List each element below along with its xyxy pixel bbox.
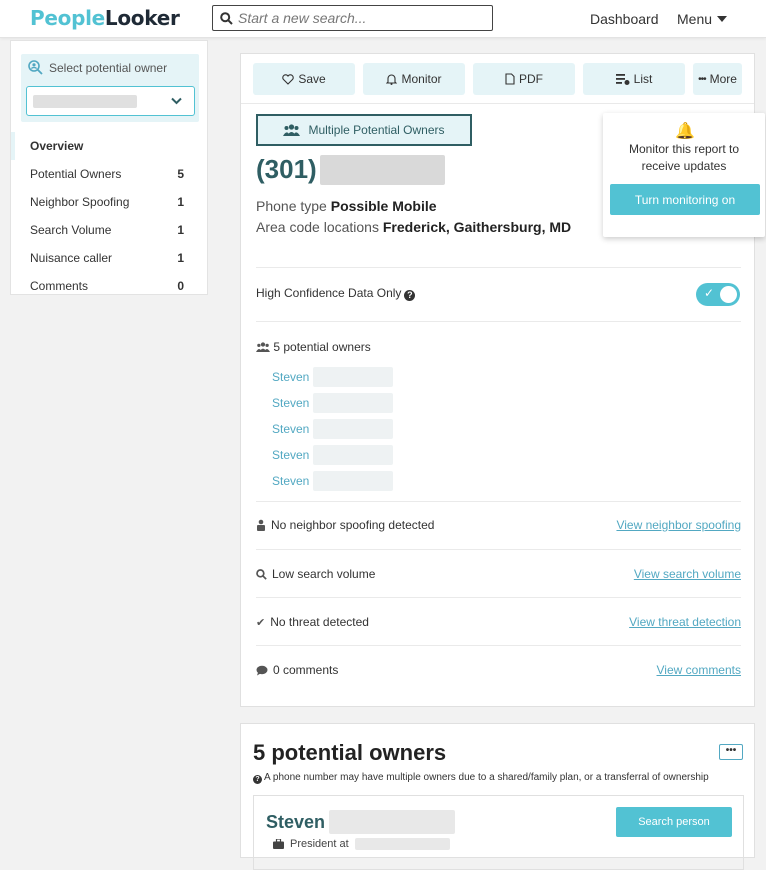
high-confidence-toggle[interactable]: ✓ [696,283,740,306]
owner-link[interactable]: Steven [272,468,394,494]
phone-type: Phone type Possible Mobile [256,198,437,214]
sidebar-item-nuisance-caller[interactable]: Nuisance caller 1 [11,244,207,272]
owner-link[interactable]: Steven [272,390,394,416]
sidebar-item-neighbor-spoofing[interactable]: Neighbor Spoofing 1 [11,188,207,216]
search-volume-row: Low search volume View search volume [256,567,741,581]
view-neighbor-spoofing-link[interactable]: View neighbor spoofing [616,518,741,532]
sidebar-item-search-volume[interactable]: Search Volume 1 [11,216,207,244]
sidebar-item-comments[interactable]: Comments 0 [11,272,207,300]
owner-link[interactable]: Steven [272,442,394,468]
monitor-popover: 🔔 Monitor this report to receive updates … [603,113,765,237]
logo[interactable]: PeopleLooker [30,6,180,30]
redacted-surname [329,810,456,834]
search-person-button[interactable]: Search person [616,807,732,837]
help-icon[interactable]: ? [404,290,416,301]
count-badge: 5 [177,167,184,181]
top-bar: PeopleLooker Dashboard Menu [0,0,766,38]
bell-icon: 🔔 [675,123,695,140]
count-badge: 1 [177,251,184,265]
search-input[interactable] [238,10,478,26]
search-icon [220,11,233,25]
owner-link[interactable]: Steven [272,364,394,390]
ellipsis-menu-button[interactable]: ••• [719,744,743,760]
redacted-surname [313,393,394,413]
select-owner-label: Select potential owner [49,61,168,75]
more-button[interactable]: ••• More [693,63,742,95]
turn-monitoring-on-button[interactable]: Turn monitoring on [610,184,760,215]
pdf-button[interactable]: PDF [473,63,575,95]
spy-icon [257,519,265,531]
multiple-owners-badge[interactable]: Multiple Potential Owners [256,114,472,146]
divider [256,549,741,550]
redacted-phone-digits [319,154,445,185]
action-bar: Save Monitor PDF List ••• More [241,54,754,104]
bell-icon [386,74,398,85]
potential-owners-card: 5 potential owners ••• ? A phone number m… [240,723,755,870]
count-badge: 1 [177,195,184,209]
monitor-popover-text: Monitor this report to receive updates [628,142,740,173]
help-icon: ? [253,775,262,784]
area-code-locations: Area code locations Frederick, Gaithersb… [256,219,572,235]
owner-dropdown[interactable] [26,86,195,116]
view-comments-link[interactable]: View comments [657,663,741,677]
monitor-button[interactable]: Monitor [363,63,465,95]
sidebar-item-overview[interactable]: Overview [11,132,207,160]
count-badge: 1 [177,223,184,237]
redacted-owner-name [33,95,137,108]
menu-dropdown[interactable]: Menu [677,11,728,27]
comment-icon [256,665,268,675]
divider [256,597,741,598]
person-search-icon [28,60,43,75]
redacted-surname [313,471,394,491]
redacted-surname [313,419,394,439]
neighbor-spoofing-row: No neighbor spoofing detected View neigh… [256,518,741,532]
toggle-knob [720,286,737,303]
threat-row: ✔ No threat detected View threat detectio… [256,615,741,629]
heart-icon [282,73,295,85]
chevron-down-icon [171,97,182,105]
view-search-volume-link[interactable]: View search volume [634,567,741,581]
ellipsis-icon: ••• [698,73,706,85]
redacted-surname [313,445,394,465]
sidebar-item-potential-owners[interactable]: Potential Owners 5 [11,160,207,188]
users-icon [256,342,270,352]
comments-row: 0 comments View comments [256,663,741,677]
section-note: ? A phone number may have multiple owners… [253,772,709,784]
search-icon [256,568,267,580]
count-badge: 0 [177,279,184,293]
phone-number: (301) [256,154,445,185]
users-icon [283,124,301,136]
owner-name: Steven [266,810,456,834]
owner-link[interactable]: Steven [272,416,394,442]
sidebar-nav: Overview Potential Owners 5 Neighbor Spoo… [11,132,207,300]
list-button[interactable]: List [583,63,685,95]
potential-owners-heading: 5 potential owners [256,340,371,354]
list-add-icon [615,74,630,85]
sidebar: Select potential owner Overview Potentia… [10,40,208,295]
search-box[interactable] [212,5,493,31]
file-pdf-icon [505,73,515,85]
divider [256,321,741,322]
view-threat-detection-link[interactable]: View threat detection [629,615,741,629]
check-icon: ✔ [256,616,266,629]
owner-job: President at [273,838,450,850]
check-icon: ✓ [704,286,715,300]
high-confidence-label: High Confidence Data Only? [256,286,416,301]
divider [256,645,741,646]
redacted-surname [313,367,394,387]
caret-down-icon [717,16,728,22]
section-title: 5 potential owners [253,740,447,765]
save-button[interactable]: Save [253,63,355,95]
owner-card: Steven President at Search person [253,795,744,870]
divider [256,501,741,502]
divider [256,267,741,268]
dashboard-link[interactable]: Dashboard [590,11,659,27]
owner-selector: Select potential owner [21,54,199,122]
briefcase-icon [273,839,284,849]
potential-owners-list: Steven Steven Steven Steven Steven [272,364,394,494]
redacted-company [354,838,450,850]
